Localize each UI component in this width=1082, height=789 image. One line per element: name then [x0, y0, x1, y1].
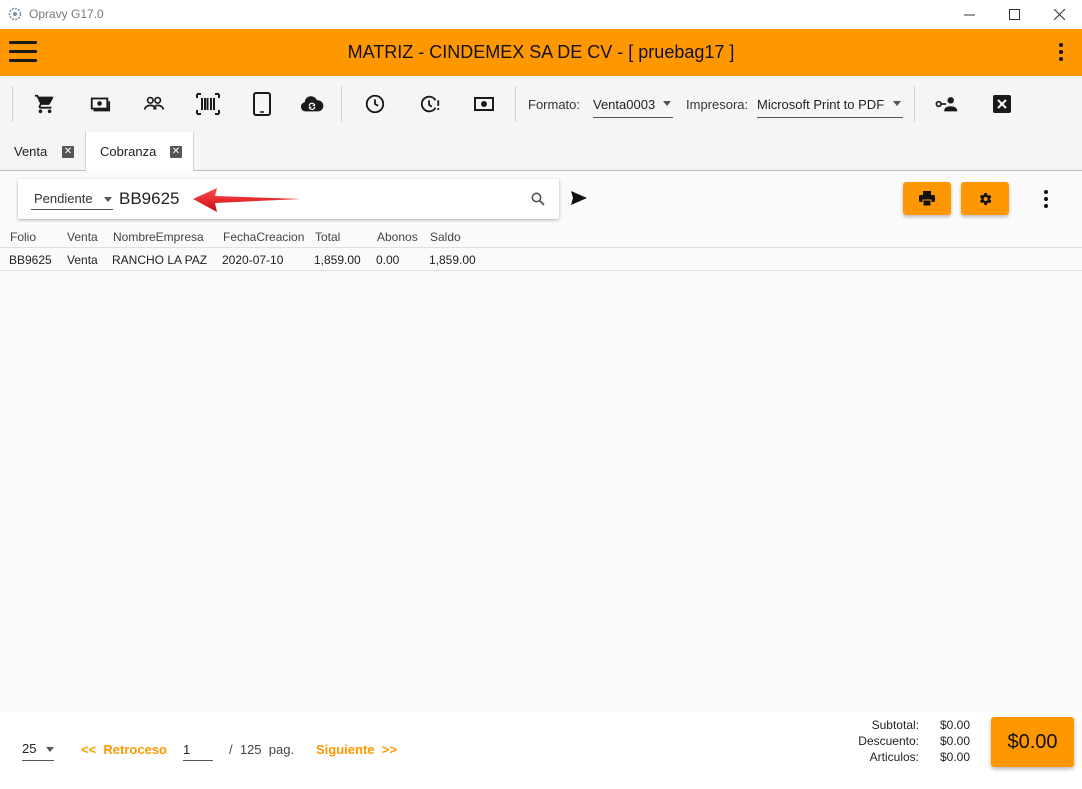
column-header[interactable]: NombreEmpresa: [113, 230, 204, 244]
close-box-icon[interactable]: [990, 92, 1014, 116]
maximize-icon: [1008, 9, 1020, 20]
total-button[interactable]: $0.00: [991, 717, 1074, 767]
table-cell: Venta: [67, 253, 98, 267]
articulos-value: $0.00: [940, 750, 971, 764]
column-header[interactable]: Venta: [67, 230, 98, 244]
articulos-label: Articulos:: [869, 750, 919, 764]
toolbar-divider: [341, 86, 342, 122]
more-vert-icon[interactable]: [1055, 43, 1067, 63]
tablet-icon[interactable]: [250, 92, 274, 116]
column-header[interactable]: Total: [315, 230, 340, 244]
column-header[interactable]: Saldo: [430, 230, 461, 244]
prev-page-link[interactable]: << Retroceso: [81, 742, 167, 757]
close-icon: [1053, 9, 1065, 20]
table-cell: RANCHO LA PAZ: [112, 253, 208, 267]
chevron-down-icon: [104, 197, 112, 202]
table-cell: 1,859.00: [429, 253, 476, 267]
column-header[interactable]: Abonos: [377, 230, 418, 244]
toolbar: Formato: Venta0003 Impresora: Microsoft …: [0, 76, 1082, 132]
more-vert-icon[interactable]: [1040, 190, 1052, 210]
clock-alert-icon[interactable]: [418, 92, 442, 116]
maximize-button[interactable]: [991, 0, 1037, 29]
user-key-icon[interactable]: [935, 92, 959, 116]
toolbar-divider: [914, 86, 915, 122]
status-select[interactable]: Pendiente: [31, 191, 113, 210]
tab-label: Venta: [14, 144, 48, 159]
table-cell: 0.00: [376, 253, 400, 267]
people-icon[interactable]: [142, 92, 166, 116]
table-cell: BB9625: [9, 253, 52, 267]
subtotal-label: Subtotal:: [871, 718, 919, 732]
page-number-input[interactable]: 1: [183, 740, 213, 761]
formato-label: Formato:: [528, 97, 581, 112]
app-title: MATRIZ - CINDEMEX SA DE CV - [ pruebag17…: [347, 42, 735, 62]
chevron-down-icon: [663, 101, 671, 106]
total-value: $0.00: [1007, 730, 1058, 753]
next-page-link[interactable]: Siguiente >>: [316, 742, 397, 757]
cart-icon[interactable]: [33, 92, 57, 116]
print-icon: [919, 191, 935, 206]
column-header[interactable]: Folio: [10, 230, 36, 244]
total-pages-text: / 125 pag.: [229, 742, 295, 757]
close-tab-icon[interactable]: ✕: [62, 146, 74, 158]
chevron-down-icon: [46, 747, 54, 752]
tab-venta[interactable]: Venta ✕: [0, 132, 86, 171]
page-size-select[interactable]: 25: [22, 741, 54, 761]
payment-icon[interactable]: [88, 92, 112, 116]
table-cell: 2020-07-10: [222, 253, 284, 267]
descuento-value: $0.00: [940, 734, 971, 748]
money-icon[interactable]: [472, 92, 496, 116]
minimize-button[interactable]: [946, 0, 992, 29]
impresora-select[interactable]: Microsoft Print to PDF: [757, 95, 903, 118]
table-cell: 1,859.00: [314, 253, 361, 267]
clock-icon[interactable]: [363, 92, 387, 116]
gear-icon: [979, 192, 992, 205]
minimize-icon: [963, 14, 975, 16]
formato-value: Venta0003: [593, 97, 656, 112]
page-number-value: 1: [183, 742, 191, 757]
toolbar-divider: [12, 86, 13, 122]
main-content: Pendiente Folio Venta NombreEmpresa Fech…: [0, 171, 1082, 712]
formato-select[interactable]: Venta0003: [593, 95, 673, 118]
tab-bar: Venta ✕ Cobranza ✕: [0, 132, 1082, 172]
impresora-value: Microsoft Print to PDF: [757, 97, 885, 112]
toolbar-divider: [515, 86, 516, 122]
window-title-bar: Opravy G17.0: [0, 0, 1082, 29]
results-table: Folio Venta NombreEmpresa FechaCreacion …: [0, 225, 1082, 271]
chevron-down-icon: [893, 101, 901, 106]
window-title: Opravy G17.0: [29, 7, 104, 21]
impresora-label: Impresora:: [686, 97, 749, 112]
app-bar: MATRIZ - CINDEMEX SA DE CV - [ pruebag17…: [0, 29, 1082, 76]
status-value: Pendiente: [34, 191, 93, 206]
settings-button[interactable]: [961, 182, 1009, 215]
footer: 25 << Retroceso 1 / 125 pag. Siguiente >…: [0, 712, 1082, 789]
barcode-icon[interactable]: [196, 92, 220, 116]
cloud-sync-icon[interactable]: [300, 92, 324, 116]
table-header: Folio Venta NombreEmpresa FechaCreacion …: [0, 225, 1082, 248]
descuento-label: Descuento:: [858, 734, 919, 748]
app-logo-icon: [8, 7, 22, 21]
subtotal-value: $0.00: [940, 718, 971, 732]
tab-label: Cobranza: [100, 144, 157, 159]
search-icon[interactable]: [530, 191, 546, 207]
send-icon[interactable]: [570, 190, 588, 206]
column-header[interactable]: FechaCreacion: [223, 230, 304, 244]
table-row[interactable]: BB9625 Venta RANCHO LA PAZ 2020-07-10 1,…: [0, 248, 1082, 271]
close-tab-icon[interactable]: ✕: [170, 146, 182, 158]
annotation-arrow-icon: [193, 188, 301, 212]
page-size-value: 25: [22, 741, 37, 756]
print-button[interactable]: [903, 182, 951, 215]
tab-cobranza[interactable]: Cobranza ✕: [85, 132, 194, 172]
close-window-button[interactable]: [1036, 0, 1082, 29]
